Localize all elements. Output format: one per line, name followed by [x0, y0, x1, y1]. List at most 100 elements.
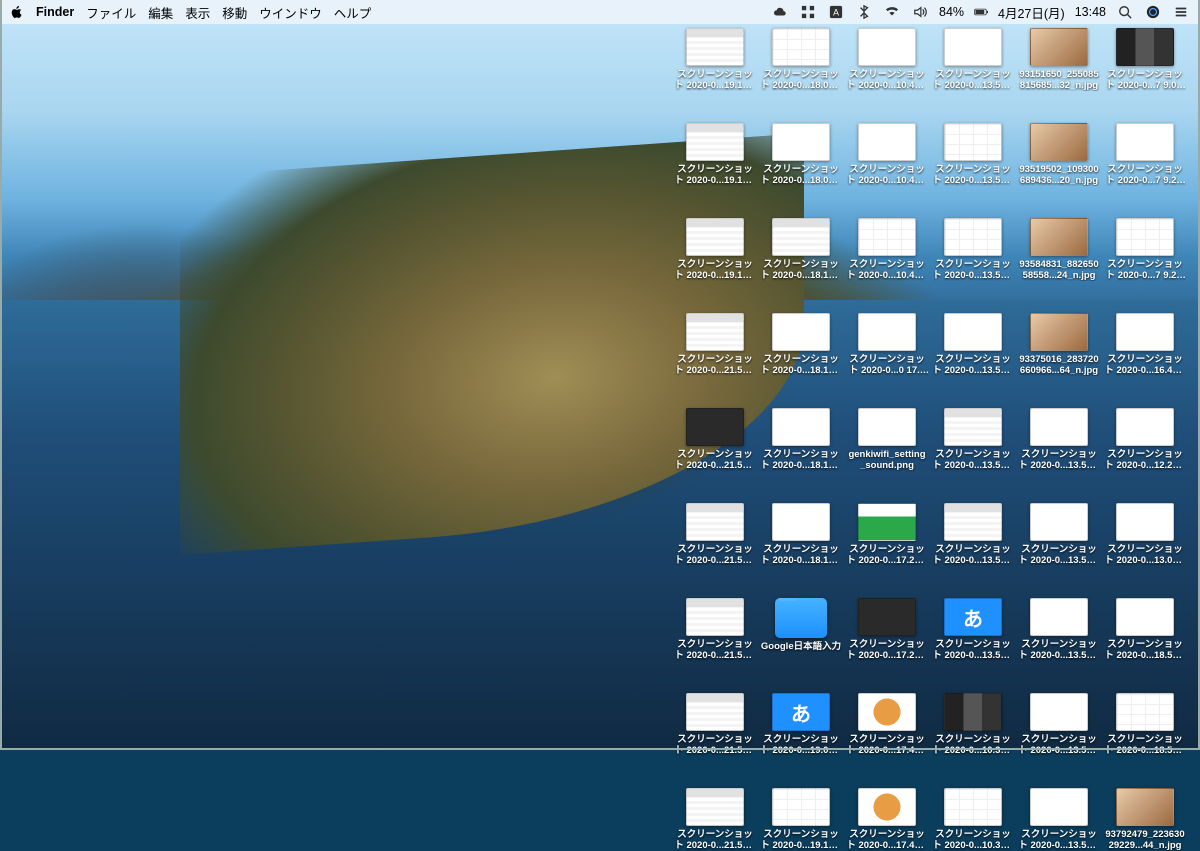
- desktop-item[interactable]: スクリーンショット 2020-0...18.56.32: [1104, 693, 1186, 756]
- cloud-sync-icon[interactable]: [771, 5, 789, 19]
- file-thumbnail[interactable]: [772, 218, 830, 256]
- file-thumbnail[interactable]: [686, 503, 744, 541]
- file-thumbnail[interactable]: [944, 693, 1002, 731]
- desktop-item[interactable]: スクリーンショット 2020-0...13.56.57: [1018, 598, 1100, 661]
- file-thumbnail[interactable]: [772, 693, 830, 731]
- desktop-item[interactable]: スクリーンショット 2020-0...18.14.34: [760, 408, 842, 471]
- desktop-item[interactable]: 93584831_88265058558...24_n.jpg: [1018, 218, 1100, 281]
- desktop-item[interactable]: Google日本語入力: [760, 598, 842, 661]
- file-thumbnail[interactable]: [858, 598, 916, 636]
- menu-go[interactable]: 移動: [222, 3, 247, 22]
- file-thumbnail[interactable]: [944, 218, 1002, 256]
- menu-window[interactable]: ウインドウ: [259, 3, 322, 22]
- desktop-item[interactable]: 93151650_255085815685...32_n.jpg: [1018, 28, 1100, 91]
- desktop-item[interactable]: スクリーンショット 2020-0...7 9.28.20: [1104, 218, 1186, 281]
- wifi-icon[interactable]: [883, 5, 901, 19]
- file-thumbnail[interactable]: [1116, 313, 1174, 351]
- desktop-item[interactable]: スクリーンショット 2020-0...21.56.19: [674, 598, 756, 661]
- desktop-item[interactable]: スクリーンショット 2020-0...19.04.37: [760, 693, 842, 756]
- file-thumbnail[interactable]: [686, 408, 744, 446]
- file-thumbnail[interactable]: [944, 503, 1002, 541]
- siri-icon[interactable]: [1144, 5, 1162, 19]
- desktop-item[interactable]: スクリーンショット 2020-0...18.08.55: [760, 28, 842, 91]
- file-thumbnail[interactable]: [772, 408, 830, 446]
- bluetooth-icon[interactable]: [855, 5, 873, 19]
- file-thumbnail[interactable]: [1030, 693, 1088, 731]
- file-thumbnail[interactable]: [686, 693, 744, 731]
- file-thumbnail[interactable]: [1030, 408, 1088, 446]
- desktop-item[interactable]: スクリーンショット 2020-0...7 9.04.34: [1104, 28, 1186, 91]
- spotlight-icon[interactable]: [1116, 5, 1134, 19]
- file-thumbnail[interactable]: [944, 408, 1002, 446]
- desktop-item[interactable]: スクリーンショット 2020-0...18.56.21: [1104, 598, 1186, 661]
- file-thumbnail[interactable]: [772, 313, 830, 351]
- desktop-item[interactable]: スクリーンショット 2020-0...13.02.10: [1104, 503, 1186, 566]
- date-text[interactable]: 4月27日(月): [998, 3, 1065, 22]
- desktop-item[interactable]: スクリーンショット 2020-0...10.43.27: [846, 123, 928, 186]
- file-thumbnail[interactable]: [858, 788, 916, 826]
- file-thumbnail[interactable]: [772, 123, 830, 161]
- desktop-item[interactable]: スクリーンショット 2020-0...13.57.50: [932, 408, 1014, 471]
- desktop-item[interactable]: スクリーンショット 2020-0...21.55.44: [674, 313, 756, 376]
- desktop-item[interactable]: スクリーンショット 2020-0...12.27.56: [1104, 408, 1186, 471]
- file-thumbnail[interactable]: [686, 788, 744, 826]
- desktop-item[interactable]: スクリーンショット 2020-0...19.18.41: [674, 28, 756, 91]
- desktop-item[interactable]: スクリーンショット 2020-0...13.57.28: [932, 123, 1014, 186]
- file-thumbnail[interactable]: [858, 28, 916, 66]
- desktop-item[interactable]: スクリーンショット 2020-0...13.58.36: [932, 598, 1014, 661]
- file-thumbnail[interactable]: [1116, 123, 1174, 161]
- desktop-item[interactable]: スクリーンショット 2020-0...13.57.10: [1018, 693, 1100, 756]
- time-text[interactable]: 13:48: [1075, 5, 1106, 19]
- file-thumbnail[interactable]: [1030, 788, 1088, 826]
- desktop-item[interactable]: スクリーンショット 2020-0...21.55.49: [674, 408, 756, 471]
- menu-view[interactable]: 表示: [185, 3, 210, 22]
- desktop-item[interactable]: スクリーンショット 2020-0...21.56.56: [674, 693, 756, 756]
- desktop[interactable]: スクリーンショット 2020-0...19.18.41スクリーンショット 202…: [0, 28, 1186, 744]
- volume-icon[interactable]: [911, 5, 929, 19]
- desktop-item[interactable]: スクリーンショット 2020-0...19.18.30: [760, 788, 842, 851]
- file-thumbnail[interactable]: [858, 218, 916, 256]
- desktop-item[interactable]: スクリーンショット 2020-0...19.18.57: [674, 123, 756, 186]
- file-thumbnail[interactable]: [1030, 313, 1088, 351]
- desktop-item[interactable]: スクリーンショット 2020-0...16.41.46: [1104, 313, 1186, 376]
- desktop-item[interactable]: スクリーンショット 2020-0...21.56.11: [674, 503, 756, 566]
- desktop-item[interactable]: スクリーンショット 2020-0...10.44.11: [846, 218, 928, 281]
- folder-icon[interactable]: [775, 598, 827, 638]
- desktop-item[interactable]: スクリーンショット 2020-0...0 17.19.14: [846, 313, 928, 376]
- desktop-item[interactable]: スクリーンショット 2020-0...18.14.09: [760, 218, 842, 281]
- file-thumbnail[interactable]: [686, 28, 744, 66]
- desktop-item[interactable]: スクリーンショット 2020-0...18.09.12: [760, 123, 842, 186]
- file-thumbnail[interactable]: [944, 788, 1002, 826]
- input-source-icon[interactable]: A: [827, 5, 845, 19]
- desktop-item[interactable]: genkiwifi_setting_sound.png: [846, 408, 928, 471]
- file-thumbnail[interactable]: [944, 598, 1002, 636]
- file-thumbnail[interactable]: [1116, 218, 1174, 256]
- file-thumbnail[interactable]: [858, 123, 916, 161]
- file-thumbnail[interactable]: [944, 28, 1002, 66]
- file-thumbnail[interactable]: [1030, 503, 1088, 541]
- battery-icon[interactable]: [974, 5, 988, 19]
- file-thumbnail[interactable]: [686, 313, 744, 351]
- file-thumbnail[interactable]: [1030, 598, 1088, 636]
- desktop-item[interactable]: スクリーンショット 2020-0...19.19.46: [674, 218, 756, 281]
- desktop-item[interactable]: スクリーンショット 2020-0...13.56.52: [1018, 503, 1100, 566]
- desktop-item[interactable]: スクリーンショット 2020-0...17.23.37: [846, 598, 928, 661]
- file-thumbnail[interactable]: [1116, 408, 1174, 446]
- desktop-item[interactable]: スクリーンショット 2020-0...7 9.21.01: [1104, 123, 1186, 186]
- menu-edit[interactable]: 編集: [148, 3, 173, 22]
- file-thumbnail[interactable]: [858, 313, 916, 351]
- file-thumbnail[interactable]: [1030, 28, 1088, 66]
- desktop-item[interactable]: スクリーンショット 2020-0...10.43.05: [846, 28, 928, 91]
- desktop-item[interactable]: スクリーンショット 2020-0...17.45.35: [846, 788, 928, 851]
- desktop-item[interactable]: スクリーンショット 2020-0...10.38.41: [932, 788, 1014, 851]
- desktop-item[interactable]: スクリーンショット 2020-0...18.15.24: [760, 503, 842, 566]
- file-thumbnail[interactable]: [1030, 218, 1088, 256]
- desktop-item[interactable]: スクリーンショット 2020-0...18.14.22: [760, 313, 842, 376]
- desktop-item[interactable]: 93792479_22363029229...44_n.jpg: [1104, 788, 1186, 851]
- menu-help[interactable]: ヘルプ: [334, 3, 372, 22]
- file-thumbnail[interactable]: [772, 788, 830, 826]
- desktop-item[interactable]: スクリーンショット 2020-0...13.56.47: [1018, 408, 1100, 471]
- file-thumbnail[interactable]: [686, 218, 744, 256]
- app-grid-icon[interactable]: [799, 5, 817, 19]
- file-thumbnail[interactable]: [858, 408, 916, 446]
